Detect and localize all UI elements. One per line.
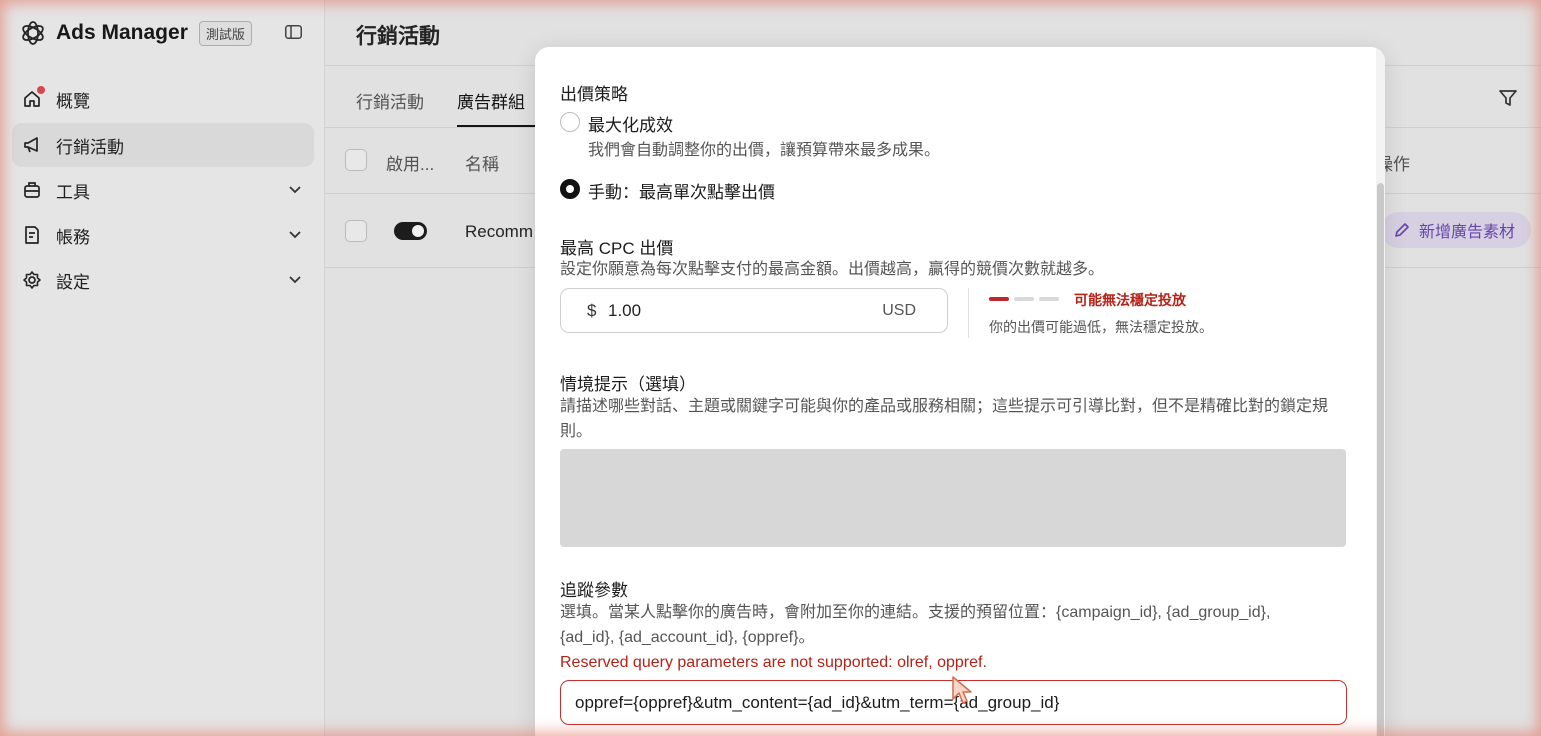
openai-logo-icon bbox=[22, 21, 44, 45]
ad-group-settings-modal: 出價策略 最大化成效 我們會自動調整你的出價，讓預算帶來最多成果。 手動：最高單… bbox=[535, 47, 1385, 736]
megaphone-icon bbox=[22, 135, 42, 155]
max-cpc-input[interactable]: $ 1.00 USD bbox=[560, 288, 948, 333]
chevron-down-icon bbox=[289, 276, 301, 284]
bid-strength-meter-segment bbox=[1039, 297, 1059, 301]
currency-symbol: $ bbox=[587, 301, 597, 320]
beta-badge: 測試版 bbox=[198, 20, 252, 46]
sidebar-item-label: 帳務 bbox=[56, 227, 90, 247]
context-hints-description: 請描述哪些對話、主題或關鍵字可能與你的產品或服務相關；這些提示可引導比對，但不是… bbox=[560, 398, 1329, 440]
tracking-params-value[interactable]: oppref={oppref}&utm_content={ad_id}&utm_… bbox=[575, 693, 1059, 713]
select-all-checkbox[interactable] bbox=[345, 149, 367, 171]
max-cpc-description: 設定你願意為每次點擊支付的最高金額。出價越高，贏得的競價次數就越多。 bbox=[560, 261, 1105, 278]
sidebar-item-label: 行銷活動 bbox=[56, 137, 124, 157]
bid-strategy-title: 出價策略 bbox=[560, 85, 628, 104]
sidebar-item-settings[interactable]: 設定 bbox=[12, 258, 314, 302]
home-icon bbox=[22, 86, 45, 109]
column-header-name[interactable]: 名稱 bbox=[465, 150, 499, 175]
sidebar: Ads Manager 測試版 概覽 行銷活動 工具 帳務 設定 bbox=[0, 0, 325, 736]
filter-icon[interactable] bbox=[1497, 87, 1519, 109]
sidebar-toggle-icon[interactable] bbox=[285, 25, 302, 39]
max-cpc-value[interactable]: 1.00 bbox=[608, 301, 641, 321]
add-creative-label: 新增廣告素材 bbox=[1419, 224, 1516, 241]
bid-strength-meter-segment bbox=[989, 297, 1009, 301]
currency-code: USD bbox=[882, 302, 916, 319]
tab-campaigns[interactable]: 行銷活動 bbox=[356, 88, 424, 113]
app-name: Ads Manager bbox=[56, 21, 188, 44]
sidebar-item-overview[interactable]: 概覽 bbox=[12, 77, 314, 121]
tracking-params-title: 追蹤參數 bbox=[560, 581, 628, 600]
chevron-down-icon bbox=[289, 186, 301, 194]
column-header-enabled[interactable]: 啟用... bbox=[386, 150, 434, 175]
sidebar-item-label: 工具 bbox=[56, 182, 90, 202]
max-cpc-title: 最高 CPC 出價 bbox=[560, 239, 674, 258]
bid-strength-meter-segment bbox=[1014, 297, 1034, 301]
radio-manual-max-cpc[interactable] bbox=[560, 179, 580, 199]
scrollbar-thumb[interactable] bbox=[1377, 183, 1384, 736]
radio-label-manual-max-cpc[interactable]: 手動：最高單次點擊出價 bbox=[588, 178, 775, 203]
page-title: 行銷活動 bbox=[356, 25, 440, 48]
sidebar-item-label: 設定 bbox=[56, 272, 90, 292]
brand: Ads Manager 測試版 bbox=[20, 18, 252, 48]
gear-icon bbox=[22, 270, 42, 290]
pencil-sparkle-icon bbox=[1395, 223, 1409, 237]
chevron-down-icon bbox=[289, 231, 301, 239]
notification-dot bbox=[37, 86, 45, 94]
sidebar-item-campaigns[interactable]: 行銷活動 bbox=[12, 123, 314, 167]
context-hints-textarea[interactable] bbox=[560, 449, 1346, 547]
sidebar-item-label: 概覽 bbox=[56, 91, 90, 111]
divider bbox=[968, 288, 969, 338]
tracking-params-description-cont: {ad_id}, {ad_account_id}, {oppref}。 bbox=[560, 629, 815, 646]
row-checkbox[interactable] bbox=[345, 220, 367, 242]
add-creative-button[interactable]: 新增廣告素材 bbox=[1381, 212, 1532, 248]
mouse-cursor-icon bbox=[952, 676, 972, 704]
tracking-params-description: 選填。當某人點擊你的廣告時，會附加至你的連結。支援的預留位置：{campaign… bbox=[560, 604, 1271, 621]
tracking-params-error: Reserved query parameters are not suppor… bbox=[560, 654, 987, 671]
toolbox-icon bbox=[22, 180, 42, 200]
delivery-warning-title: 可能無法穩定投放 bbox=[1074, 292, 1186, 308]
radio-label-maximize-results[interactable]: 最大化成效 bbox=[588, 111, 673, 136]
context-hints-title: 情境提示（選填） bbox=[560, 375, 696, 394]
enabled-toggle[interactable] bbox=[394, 222, 427, 240]
sidebar-item-billing[interactable]: 帳務 bbox=[12, 213, 314, 257]
radio-description-maximize-results: 我們會自動調整你的出價，讓預算帶來最多成果。 bbox=[588, 142, 941, 159]
ad-group-name[interactable]: Recomm bbox=[465, 222, 533, 242]
tab-ad-groups[interactable]: 廣告群組 bbox=[457, 88, 525, 113]
radio-maximize-results[interactable] bbox=[560, 112, 580, 132]
sidebar-item-tools[interactable]: 工具 bbox=[12, 168, 314, 212]
billing-icon bbox=[22, 225, 42, 245]
modal-scrollbar[interactable] bbox=[1376, 47, 1385, 736]
delivery-warning-description: 你的出價可能過低，無法穩定投放。 bbox=[989, 319, 1213, 335]
